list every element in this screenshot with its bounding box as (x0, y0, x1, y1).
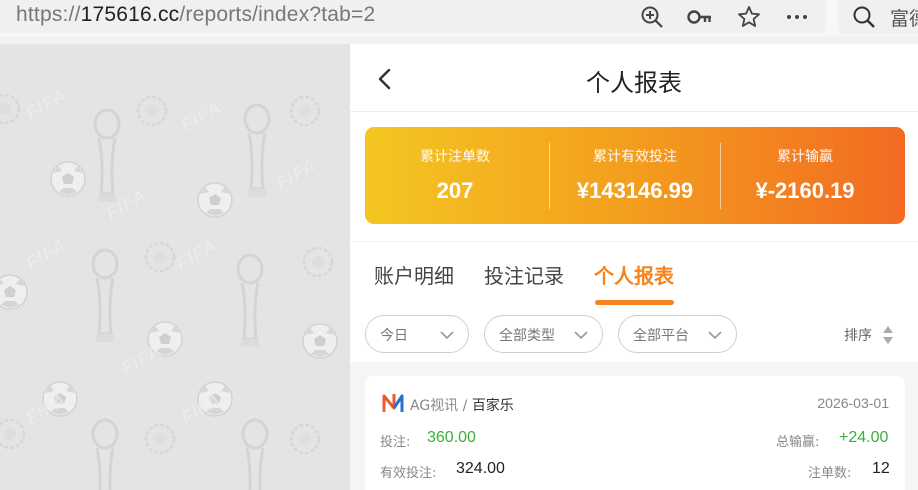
bet-count-label: 注单数: (808, 466, 852, 481)
background-pattern: FIFA FIFA FIFA FIFA FIFA FIFA FIFA FIFA … (0, 44, 350, 490)
win-loss-label: 总输赢: (776, 435, 820, 450)
browser-toolbar: https://175616.cc/reports/index?tab=2 富德 (0, 0, 918, 36)
stat-label: 累计有效投注 (593, 149, 677, 165)
filter-label: 全部平台 (633, 328, 689, 344)
stat-value: ¥-2160.19 (755, 178, 855, 203)
chevron-down-icon (574, 331, 588, 340)
tab-bar: 账户明细 投注记录 个人报表 (350, 241, 918, 309)
bet-amount-label: 投注: (380, 435, 411, 450)
sort-button[interactable]: 排序 (844, 325, 872, 345)
search-placeholder: 富德 (890, 8, 918, 30)
report-record-card[interactable]: AG视讯 / 百家乐 2026-03-01 投注: 360.00 总输赢: +2… (365, 376, 905, 490)
chevron-down-icon (708, 331, 722, 340)
filter-label: 今日 (380, 328, 408, 344)
stat-value: 207 (436, 178, 474, 203)
stat-value: ¥143146.99 (576, 178, 694, 203)
page-header: 个人报表 (350, 44, 918, 112)
search-icon (852, 5, 876, 34)
stat-label: 累计输赢 (777, 149, 833, 165)
chevron-down-icon (440, 331, 454, 340)
star-icon[interactable] (736, 4, 762, 30)
key-icon[interactable] (687, 4, 713, 30)
ag-logo-icon (382, 394, 404, 412)
platform-filter-dropdown[interactable]: 全部平台 (618, 315, 737, 353)
stat-win-loss: 累计输赢 ¥-2160.19 (715, 127, 895, 224)
zoom-in-icon[interactable] (639, 4, 665, 30)
stat-total-bets: 累计注单数 207 (365, 127, 545, 224)
tab-account-details[interactable]: 账户明细 (374, 260, 454, 289)
valid-bet-value: 324.00 (456, 460, 505, 477)
more-icon[interactable] (784, 4, 810, 30)
stat-label: 累计注单数 (420, 149, 490, 165)
win-loss-value: +24.00 (839, 429, 889, 446)
record-game-name: AG视讯 / 百家乐 (410, 398, 514, 414)
report-page: 个人报表 累计注单数 207 累计有效投注 ¥143146.99 累计输赢 ¥-… (350, 44, 918, 490)
active-tab-indicator (595, 300, 674, 305)
record-date: 2026-03-01 (817, 395, 889, 411)
filter-bar: 今日 全部类型 全部平台 排序 (350, 309, 918, 362)
url-text[interactable]: https://175616.cc/reports/index?tab=2 (16, 3, 375, 27)
type-filter-dropdown[interactable]: 全部类型 (484, 315, 603, 353)
stat-valid-bets: 累计有效投注 ¥143146.99 (545, 127, 725, 224)
summary-section: 累计注单数 207 累计有效投注 ¥143146.99 累计输赢 ¥-2160.… (350, 112, 918, 241)
browser-search-box[interactable]: 富德 (838, 0, 918, 34)
valid-bet-label: 有效投注: (380, 466, 437, 481)
filter-label: 全部类型 (499, 328, 555, 344)
tab-bet-records[interactable]: 投注记录 (484, 260, 564, 289)
sort-icon[interactable] (882, 325, 894, 345)
page-title: 个人报表 (586, 69, 682, 97)
date-filter-dropdown[interactable]: 今日 (365, 315, 469, 353)
tab-personal-report[interactable]: 个人报表 (594, 260, 674, 289)
summary-card: 累计注单数 207 累计有效投注 ¥143146.99 累计输赢 ¥-2160.… (365, 127, 905, 224)
bet-count-value: 12 (872, 460, 890, 477)
bet-amount-value: 360.00 (427, 429, 476, 446)
